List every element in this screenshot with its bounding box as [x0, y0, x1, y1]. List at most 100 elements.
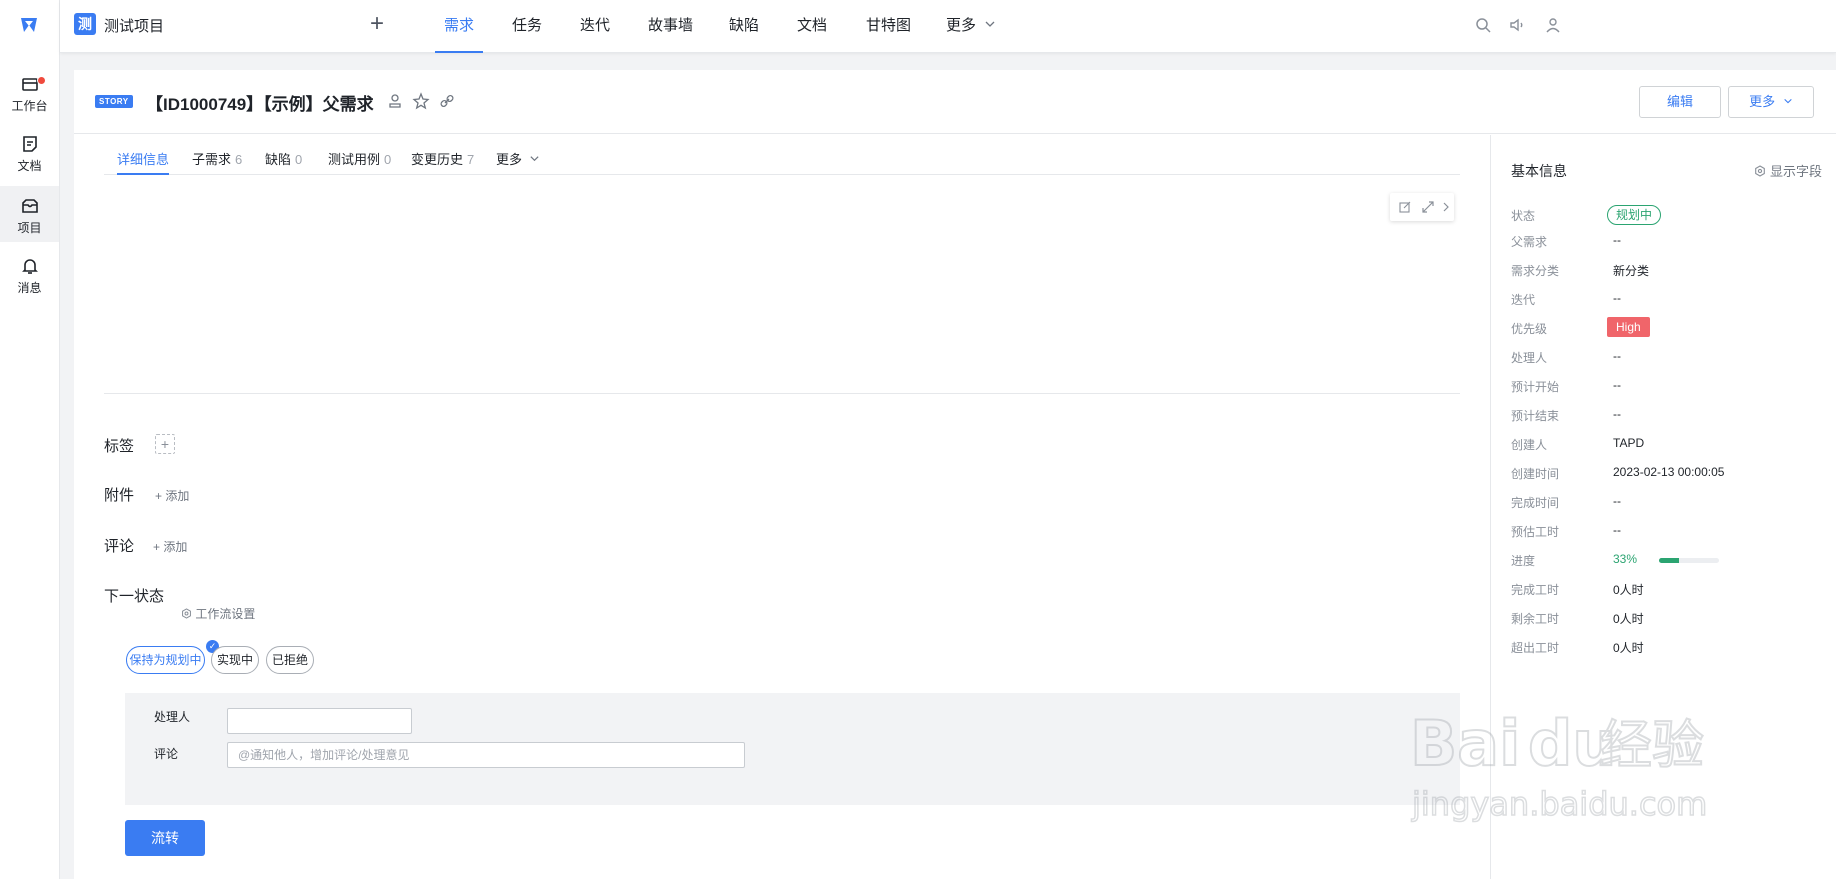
field-hours-remaining: 剩余工时 0人时	[1511, 610, 1831, 630]
field-key: 完成时间	[1511, 496, 1560, 510]
detail-tabs: 详细信息 子需求 6 缺陷 0 测试用例 0 变更历史 7 更多	[104, 135, 1460, 175]
description-divider	[104, 393, 1460, 394]
project-avatar[interactable]: 测	[74, 13, 96, 35]
tab-label: 子需求	[192, 152, 232, 167]
tab-more[interactable]: 更多	[496, 149, 540, 175]
tab-count: 7	[467, 152, 475, 167]
rail-item-workbench[interactable]: 工作台	[0, 64, 59, 120]
link-icon[interactable]	[438, 92, 456, 110]
tab-change-history[interactable]: 变更历史 7	[411, 149, 474, 175]
more-button[interactable]: 更多	[1728, 86, 1814, 118]
field-status: 状态 规划中	[1511, 205, 1831, 227]
expand-icon[interactable]	[1420, 199, 1436, 215]
workflow-settings-link[interactable]: 工作流设置	[181, 605, 255, 622]
field-priority: 优先级 High	[1511, 317, 1831, 340]
workbench-icon	[21, 78, 38, 91]
field-value[interactable]: --	[1613, 233, 1621, 247]
field-value[interactable]: --	[1613, 291, 1621, 305]
field-value: 0人时	[1613, 583, 1644, 597]
nav-tab-stories[interactable]: 需求	[435, 14, 484, 53]
left-rail: 工作台 文档 项目 消息	[0, 0, 60, 879]
field-category: 需求分类 新分类	[1511, 262, 1831, 282]
star-icon[interactable]	[412, 92, 430, 110]
state-option-rejected[interactable]: 已拒绝	[266, 646, 314, 674]
plus-icon: +	[155, 489, 166, 503]
field-value[interactable]: --	[1613, 378, 1621, 392]
field-value[interactable]: 新分类	[1613, 262, 1649, 279]
progress-bar-fill	[1659, 558, 1679, 563]
field-key: 迭代	[1511, 293, 1536, 307]
nav-tab-bugs[interactable]: 缺陷	[729, 14, 759, 53]
project-name[interactable]: 测试项目	[104, 15, 164, 36]
rail-item-messages[interactable]: 消息	[0, 246, 59, 302]
status-badge[interactable]: 规划中	[1607, 205, 1662, 225]
field-hours-exceeded: 超出工时 0人时	[1511, 639, 1831, 659]
search-icon[interactable]	[1474, 16, 1492, 34]
tab-count: 0	[295, 152, 303, 167]
field-value[interactable]: --	[1613, 407, 1621, 421]
field-owner: 处理人 --	[1511, 349, 1831, 369]
add-comment-label: 添加	[163, 540, 188, 554]
show-fields-link[interactable]: 显示字段	[1754, 161, 1822, 180]
progress-percent[interactable]: 33%	[1613, 552, 1637, 566]
basic-info-panel: 基本信息 显示字段 状态 规划中 父需求 -- 需求分类 新分类 迭代 -- 优先级 Hi…	[1490, 135, 1836, 879]
transition-submit-button[interactable]: 流转	[125, 820, 205, 856]
field-planned-start: 预计开始 --	[1511, 378, 1831, 398]
owner-input[interactable]	[227, 708, 412, 734]
add-comment-button[interactable]: + 添加	[153, 538, 187, 555]
tab-label: 更多	[496, 152, 523, 167]
top-bar: 测 测试项目 + 需求 任务 迭代 故事墙 缺陷 文档 甘特图 更多	[60, 0, 1836, 53]
app-logo-icon[interactable]	[18, 14, 40, 36]
field-value[interactable]: --	[1613, 523, 1621, 537]
tab-label: 变更历史	[411, 152, 464, 167]
story-header: STORY 【ID1000749】【示例】父需求 编辑 更多	[74, 70, 1836, 134]
state-option-in-progress[interactable]: 实现中	[211, 646, 259, 674]
owner-field-label: 处理人	[154, 710, 191, 724]
user-icon[interactable]	[1544, 16, 1562, 34]
settings-gear-icon	[1755, 165, 1766, 177]
add-attachment-label: 添加	[165, 489, 190, 503]
create-plus-icon[interactable]: +	[370, 10, 384, 38]
rail-item-projects[interactable]: 项目	[0, 186, 59, 242]
field-value[interactable]: 0人时	[1613, 610, 1644, 627]
priority-badge[interactable]: High	[1607, 317, 1650, 337]
description-toolbox	[1390, 193, 1454, 221]
tab-sub-stories[interactable]: 子需求 6	[192, 149, 242, 175]
bell-icon	[21, 259, 38, 274]
nav-tab-gantt[interactable]: 甘特图	[866, 14, 911, 53]
edit-pencil-icon[interactable]	[1398, 200, 1412, 214]
field-progress: 进度 33%	[1511, 552, 1831, 572]
state-option-keep-planning[interactable]: 保持为规划中	[126, 646, 205, 674]
story-type-badge: STORY	[95, 95, 133, 108]
field-key: 预估工时	[1511, 525, 1560, 539]
nav-tab-tasks[interactable]: 任务	[512, 14, 542, 53]
nav-tab-story-wall[interactable]: 故事墙	[648, 14, 693, 53]
comment-input[interactable]: @通知他人，增加评论/处理意见	[227, 742, 745, 768]
field-value: 2023-02-13 00:00:05	[1613, 465, 1725, 479]
document-icon	[22, 136, 37, 152]
field-key: 进度	[1511, 554, 1536, 568]
rail-item-docs[interactable]: 文档	[0, 124, 59, 180]
chevron-right-icon[interactable]	[1442, 201, 1450, 213]
nav-tab-iterations[interactable]: 迭代	[580, 14, 610, 53]
tab-count: 6	[235, 152, 243, 167]
add-tag-button[interactable]: +	[155, 434, 175, 454]
nav-tab-more[interactable]: 更多	[946, 14, 996, 53]
speaker-icon[interactable]	[1508, 16, 1526, 34]
tab-test-cases[interactable]: 测试用例 0	[328, 149, 391, 175]
field-value[interactable]: --	[1613, 349, 1621, 363]
field-key: 创建时间	[1511, 467, 1560, 481]
workflow-settings-label: 工作流设置	[195, 607, 256, 621]
field-value: 0人时	[1613, 641, 1644, 655]
tab-count: 0	[384, 152, 392, 167]
lock-user-icon[interactable]	[386, 92, 404, 110]
progress-bar[interactable]	[1659, 558, 1719, 563]
nav-tab-docs[interactable]: 文档	[797, 14, 827, 53]
rail-item-label: 文档	[17, 159, 42, 173]
tab-bugs[interactable]: 缺陷 0	[265, 149, 302, 175]
field-creator: 创建人 TAPD	[1511, 436, 1831, 456]
add-attachment-button[interactable]: + 添加	[155, 487, 189, 504]
edit-button[interactable]: 编辑	[1639, 86, 1721, 118]
tab-label: 缺陷	[265, 152, 292, 167]
tab-details[interactable]: 详细信息	[117, 149, 170, 175]
